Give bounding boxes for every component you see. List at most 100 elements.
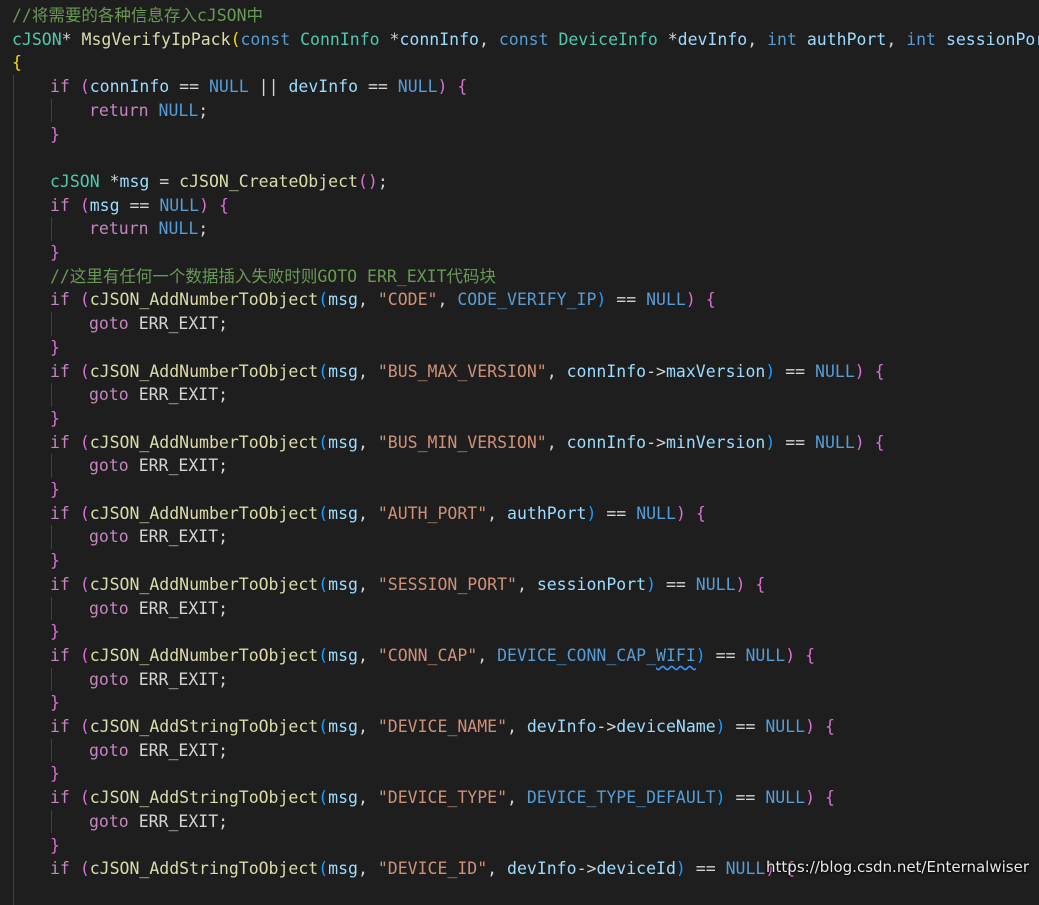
code-token: ( — [318, 361, 329, 381]
code-token: NULL — [646, 290, 686, 310]
code-token: NULL — [159, 195, 200, 215]
code-token: { — [12, 53, 22, 73]
code-token: msg — [328, 717, 358, 736]
code-token: -> — [596, 717, 617, 736]
code-token: deviceName — [616, 717, 716, 736]
code-token: authPort — [507, 503, 587, 523]
code-token: cJSON_AddStringToObject — [89, 717, 319, 736]
code-token: msg — [328, 290, 358, 310]
code-line[interactable]: } — [0, 123, 60, 147]
code-token: goto — [89, 456, 129, 476]
code-token: "DEVICE_NAME" — [377, 717, 507, 736]
code-editor[interactable]: //将需要的各种信息存入cJSON中 cJSON* MsgVerifyIpPack… — [0, 0, 1039, 905]
code-token: return — [89, 219, 149, 239]
indent-guide — [51, 667, 52, 692]
code-line[interactable]: return NULL; — [0, 217, 208, 241]
code-token: ( — [318, 574, 329, 594]
code-token: if — [50, 859, 70, 879]
code-token: if — [50, 432, 70, 452]
indent-guide — [51, 383, 52, 407]
code-line[interactable]: } — [0, 762, 60, 786]
code-token: , — [546, 432, 567, 452]
code-line[interactable]: goto ERR_EXIT; — [0, 525, 228, 549]
code-line[interactable]: if (cJSON_AddNumberToObject(msg, "BUS_MA… — [0, 360, 885, 384]
code-token: , — [546, 361, 567, 381]
code-line[interactable]: return NULL; — [0, 99, 208, 123]
code-line[interactable]: } — [0, 336, 60, 360]
code-token: ; — [218, 385, 229, 405]
code-token: NULL — [397, 77, 438, 97]
code-token: ERR_EXIT — [138, 385, 219, 405]
code-token: cJSON_CreateObject — [179, 171, 358, 191]
code-line[interactable]: } — [0, 549, 60, 573]
code-token: ( — [318, 645, 329, 665]
code-token: } — [50, 764, 60, 784]
code-token: , — [477, 645, 498, 665]
code-token: { — [755, 574, 766, 594]
code-token: } — [50, 243, 60, 262]
code-token: ; — [218, 740, 229, 760]
code-line[interactable]: if (cJSON_AddNumberToObject(msg, "AUTH_P… — [0, 502, 706, 526]
indent-guide — [51, 738, 52, 763]
code-line[interactable]: goto ERR_EXIT; — [0, 739, 228, 763]
code-token: , — [487, 859, 508, 879]
code-line[interactable]: } — [0, 691, 60, 715]
code-line[interactable]: if (cJSON_AddNumberToObject(msg, "CONN_C… — [0, 644, 815, 668]
code-token: cJSON_AddNumberToObject — [89, 290, 319, 310]
code-line[interactable]: } — [0, 478, 60, 502]
code-line[interactable]: if (cJSON_AddNumberToObject(msg, "SESSIO… — [0, 573, 765, 597]
code-line[interactable]: } — [0, 241, 60, 265]
code-token: ( — [79, 432, 90, 452]
code-line[interactable]: { — [0, 51, 22, 75]
code-token: ; — [198, 219, 209, 239]
code-token: ; — [218, 811, 229, 831]
code-line[interactable]: } — [0, 620, 60, 644]
code-line[interactable]: if (msg == NULL) { — [0, 194, 229, 218]
code-line[interactable]: } — [0, 407, 60, 431]
code-token: cJSON_AddNumberToObject — [89, 503, 319, 523]
code-token: goto — [89, 811, 129, 831]
code-token: ( — [79, 645, 90, 665]
code-token: goto — [89, 314, 129, 334]
code-line[interactable]: //这里有任何一个数据插入失败时则GOTO ERR_EXIT代码块 — [0, 265, 496, 289]
code-line[interactable]: if (cJSON_AddStringToObject(msg, "DEVICE… — [0, 786, 835, 810]
code-line[interactable]: goto ERR_EXIT; — [0, 383, 228, 407]
code-line[interactable]: if (cJSON_AddNumberToObject(msg, "BUS_MI… — [0, 431, 885, 455]
code-token: ) — [765, 432, 776, 452]
code-token: ; — [218, 598, 229, 618]
code-token: msg — [328, 432, 358, 452]
code-line[interactable]: goto ERR_EXIT; — [0, 668, 228, 692]
code-line[interactable]: cJSON *msg = cJSON_CreateObject(); — [0, 170, 388, 194]
code-line[interactable]: if (cJSON_AddNumberToObject(msg, "CODE",… — [0, 288, 716, 312]
code-line[interactable]: goto ERR_EXIT; — [0, 597, 228, 621]
code-line[interactable] — [0, 146, 50, 170]
code-token: , — [478, 29, 499, 49]
code-token: if — [50, 574, 70, 594]
code-line[interactable]: } — [0, 834, 60, 858]
indent-guide — [51, 98, 52, 123]
code-line[interactable]: goto ERR_EXIT; — [0, 810, 228, 834]
code-line[interactable]: goto ERR_EXIT; — [0, 454, 228, 478]
code-line[interactable]: if (cJSON_AddStringToObject(msg, "DEVICE… — [0, 715, 835, 739]
code-token: WIFI — [656, 645, 696, 665]
code-line[interactable]: if (connInfo == NULL || devInfo == NULL)… — [0, 75, 467, 99]
code-token: if — [50, 361, 70, 381]
code-token: ) — [675, 859, 686, 879]
code-line[interactable]: cJSON* MsgVerifyIpPack(const ConnInfo *c… — [0, 28, 1039, 52]
code-token: } — [50, 835, 60, 855]
code-token: goto — [89, 385, 129, 405]
code-line[interactable]: //将需要的各种信息存入cJSON中 — [0, 4, 263, 28]
code-line[interactable]: goto ERR_EXIT; — [0, 312, 228, 336]
code-token: ( — [79, 195, 90, 215]
code-token: == — [725, 788, 766, 808]
code-token: , — [357, 290, 378, 310]
code-line[interactable]: if (cJSON_AddStringToObject(msg, "DEVICE… — [0, 857, 795, 881]
